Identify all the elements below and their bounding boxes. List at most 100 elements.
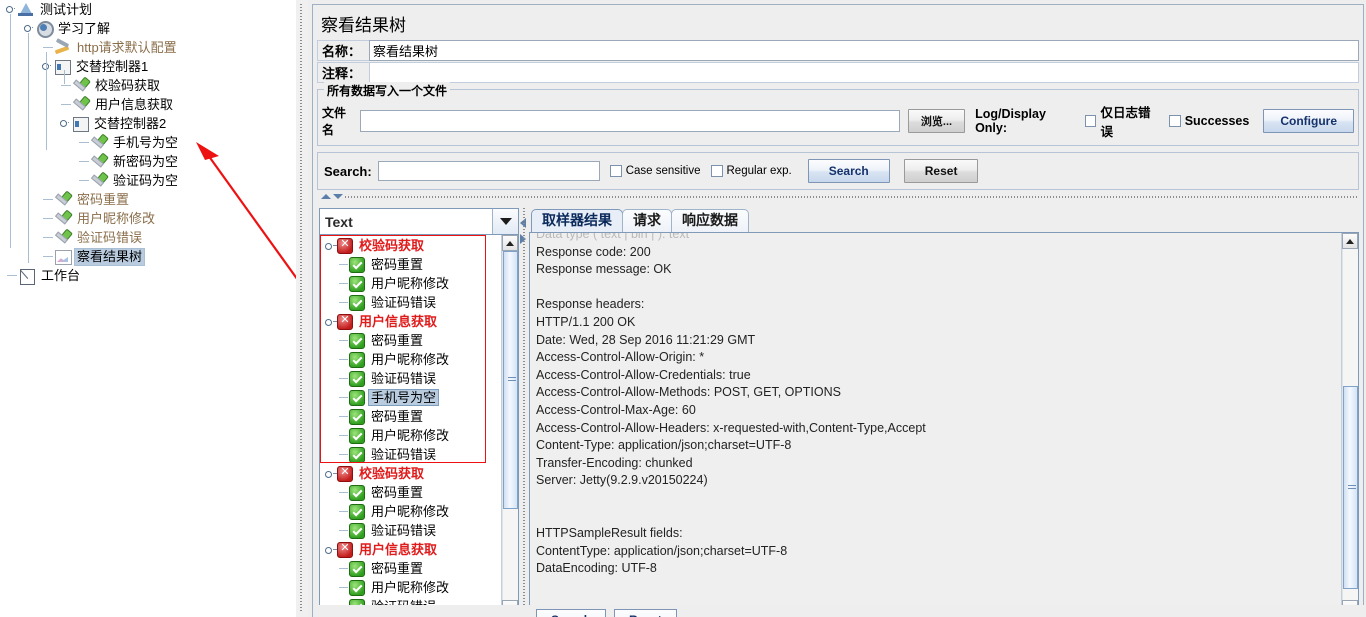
tree-elbow-icon <box>336 506 349 517</box>
tree-expand-icon[interactable] <box>324 240 337 251</box>
tree-node-14[interactable]: 工作台 <box>0 266 295 285</box>
renderer-combobox[interactable]: Text <box>319 208 519 235</box>
tree-node-8[interactable]: 新密码为空 <box>0 152 295 171</box>
tree-expand-icon[interactable] <box>324 468 337 479</box>
chevron-down-icon[interactable] <box>492 209 518 234</box>
successes-label[interactable]: Successes <box>1185 114 1250 128</box>
tree-expand-icon[interactable] <box>324 544 337 555</box>
bottom-reset-button[interactable]: Reset <box>614 609 677 617</box>
results-tree-row[interactable]: 用户昵称修改 <box>320 274 501 293</box>
tab-2[interactable]: 响应数据 <box>671 209 749 232</box>
tree-expand-icon[interactable] <box>24 23 35 34</box>
scroll-up-icon[interactable] <box>1342 233 1358 249</box>
results-tree-scrollbar[interactable] <box>501 235 518 616</box>
bottom-search-button[interactable]: Search <box>536 609 607 617</box>
renderer-selected-value: Text <box>325 213 353 230</box>
tree-expand-icon[interactable] <box>6 4 17 15</box>
scroll-up-icon[interactable] <box>502 235 518 251</box>
results-tree-row[interactable]: 密码重置 <box>320 331 501 350</box>
regular-exp-checkbox[interactable] <box>710 165 723 177</box>
case-sensitive-label[interactable]: Case sensitive <box>626 165 701 177</box>
response-line-clipped: Data type ( text | bin | ): text <box>536 233 690 241</box>
results-tree-scroll-track[interactable] <box>502 251 518 600</box>
results-tree-row[interactable]: 手机号为空 <box>320 388 501 407</box>
tree-node-11[interactable]: 用户昵称修改 <box>0 209 295 228</box>
results-tree-scroll-thumb[interactable] <box>503 251 518 510</box>
tree-expand-icon[interactable] <box>60 118 71 129</box>
tree-node-5[interactable]: 用户信息获取 <box>0 95 295 114</box>
results-tree-column: Text 校验码获取密码重置用户昵称修改验证码错误用户信息获取密码重置用户昵称修… <box>319 208 519 617</box>
errors-only-label[interactable]: 仅日志错误 <box>1100 102 1159 140</box>
case-sensitive-checkbox[interactable] <box>609 165 622 177</box>
tree-node-0[interactable]: 测试计划 <box>0 0 295 19</box>
sampler-result-scroll-track[interactable] <box>1342 249 1358 600</box>
tree-expand-icon[interactable] <box>42 61 53 72</box>
tree-node-13[interactable]: 察看结果树 <box>0 247 295 266</box>
tree-node-7[interactable]: 手机号为空 <box>0 133 295 152</box>
successes-checkbox[interactable] <box>1169 115 1181 127</box>
test-plan-tree[interactable]: 测试计划 学习了解 http请求默认配置 交替控制器1 校验码获取 用户信息获取 交替控制器… <box>0 0 296 617</box>
results-tree-row[interactable]: 密码重置 <box>320 559 501 578</box>
results-tree-row[interactable]: 校验码获取 <box>320 464 501 483</box>
reset-button[interactable]: Reset <box>903 159 979 183</box>
name-input[interactable]: 察看结果树 <box>369 40 1359 61</box>
results-tree-row[interactable]: 密码重置 <box>320 407 501 426</box>
tree-node-6[interactable]: 交替控制器2 <box>0 114 295 133</box>
response-line <box>536 508 1337 526</box>
sampler-result-scroll-thumb[interactable] <box>1343 385 1358 590</box>
results-tree-row-label: 用户信息获取 <box>359 314 438 329</box>
tree-node-4[interactable]: 校验码获取 <box>0 76 295 95</box>
results-tree-row[interactable]: 验证码错误 <box>320 445 501 464</box>
search-input[interactable] <box>377 161 600 181</box>
results-tree-row[interactable]: 验证码错误 <box>320 369 501 388</box>
results-tree-row[interactable]: 密码重置 <box>320 483 501 502</box>
sampler-result-text[interactable]: Data type ( text | bin | ): text Response… <box>530 233 1341 616</box>
tab-0[interactable]: 取样器结果 <box>531 209 623 232</box>
comment-input[interactable] <box>369 62 1359 83</box>
search-button[interactable]: Search <box>807 159 890 183</box>
tab-1[interactable]: 请求 <box>622 209 672 232</box>
errors-only-checkbox[interactable] <box>1085 115 1097 127</box>
horizontal-splitter-grip <box>345 196 1359 198</box>
results-tree-row[interactable]: 用户昵称修改 <box>320 502 501 521</box>
success-status-icon <box>349 389 365 406</box>
results-tree-row[interactable]: 验证码错误 <box>320 521 501 540</box>
results-tree-row[interactable]: 用户昵称修改 <box>320 350 501 369</box>
http-sampler-icon <box>90 153 108 170</box>
results-tree-row-label: 验证码错误 <box>371 447 437 462</box>
response-line: Response code: 200 <box>536 244 651 259</box>
results-tree-row[interactable]: 用户昵称修改 <box>320 426 501 445</box>
response-line: Response message: OK <box>536 262 672 277</box>
tree-expand-icon[interactable] <box>324 316 337 327</box>
results-tree[interactable]: 校验码获取密码重置用户昵称修改验证码错误用户信息获取密码重置用户昵称修改验证码错… <box>320 235 501 616</box>
results-vertical-splitter[interactable] <box>519 208 529 617</box>
splitter-collapse-down-icon[interactable] <box>333 194 343 199</box>
success-status-icon <box>349 332 365 349</box>
results-tree-row[interactable]: 用户信息获取 <box>320 540 501 559</box>
filename-input[interactable] <box>359 110 900 132</box>
results-tree-row[interactable]: 密码重置 <box>320 255 501 274</box>
regular-exp-label[interactable]: Regular exp. <box>727 165 792 177</box>
results-tree-row-label: 用户昵称修改 <box>371 580 450 595</box>
results-tree-row[interactable]: 验证码错误 <box>320 293 501 312</box>
thread-group-icon <box>35 20 54 38</box>
sampler-result-scrollbar[interactable] <box>1341 233 1358 616</box>
tree-node-9[interactable]: 验证码为空 <box>0 171 295 190</box>
tree-node-10[interactable]: 密码重置 <box>0 190 295 209</box>
results-tree-row[interactable]: 用户昵称修改 <box>320 578 501 597</box>
results-tree-row[interactable]: 校验码获取 <box>320 236 501 255</box>
horizontal-splitter[interactable] <box>319 192 1359 201</box>
browse-button[interactable]: 浏览... <box>907 109 966 133</box>
write-all-data-groupbox: 所有数据写入一个文件 文件名 浏览... Log/Display Only: 仅… <box>317 82 1359 146</box>
tree-node-2[interactable]: http请求默认配置 <box>0 38 295 57</box>
configure-button[interactable]: Configure <box>1263 109 1354 133</box>
tree-node-12[interactable]: 验证码错误 <box>0 228 295 247</box>
results-tree-row[interactable]: 用户信息获取 <box>320 312 501 331</box>
tree-node-3[interactable]: 交替控制器1 <box>0 57 295 76</box>
results-tree-row-label: 密码重置 <box>371 485 424 500</box>
tree-elbow-icon <box>60 76 72 95</box>
splitter-collapse-up-icon[interactable] <box>321 194 331 199</box>
http-sampler-icon <box>54 210 72 227</box>
tree-node-1[interactable]: 学习了解 <box>0 19 295 38</box>
main-vertical-splitter[interactable] <box>296 0 308 617</box>
